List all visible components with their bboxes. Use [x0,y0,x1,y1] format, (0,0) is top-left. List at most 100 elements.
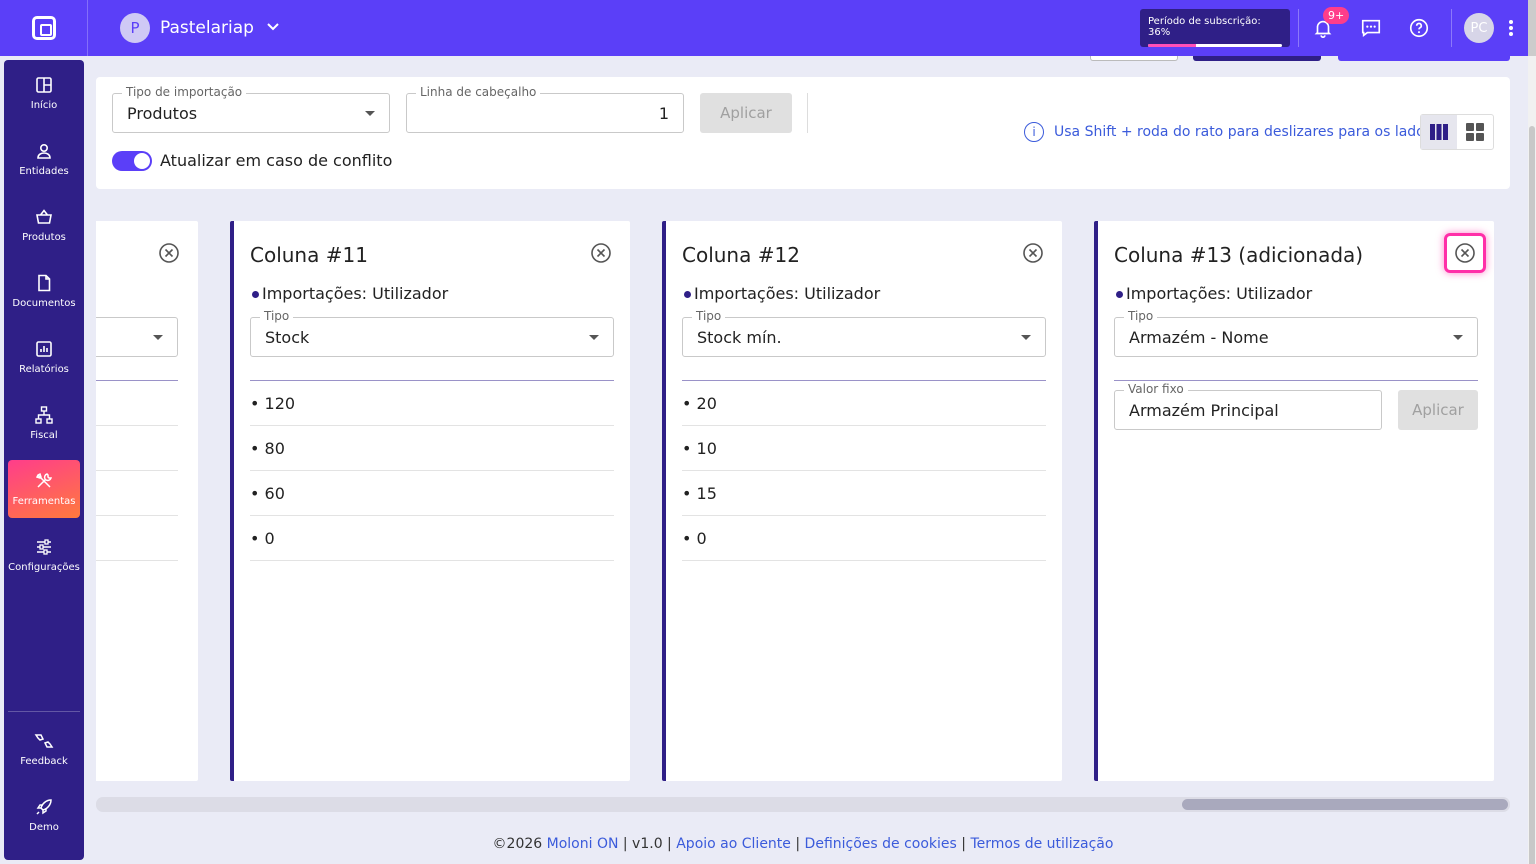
columns-scroll-area[interactable]: Coluna #11 Importações: Utilizador Tipo … [96,221,1510,781]
apply-fixed-value-button[interactable]: Aplicar [1398,390,1478,430]
subscription-progress[interactable]: Período de subscrição: 36% [1140,9,1290,47]
footer-brand-link[interactable]: Moloni ON [547,836,619,852]
rocket-icon [36,798,52,815]
page-scrollbar-thumb[interactable] [1529,126,1535,864]
chart-icon [36,340,52,357]
sidebar: Início Entidades Produtos Documentos Rel… [4,60,84,860]
column-type-select[interactable]: Tipo Armazém - Nome [1114,309,1478,357]
horizontal-scrollbar-thumb[interactable] [1182,799,1508,810]
sidebar-item-documentos[interactable]: Documentos [8,262,80,320]
list-item: • 80 [250,426,614,471]
remove-column-button[interactable] [590,242,612,264]
list-item [96,516,178,561]
footer-cookies-link[interactable]: Definições de cookies [805,836,957,852]
sidebar-item-label: Ferramentas [12,495,76,507]
sidebar-item-label: Configurações [8,561,80,573]
grid-view-button[interactable] [1457,115,1493,149]
user-avatar[interactable]: PC [1464,13,1494,43]
close-circle-icon [591,243,611,263]
close-circle-icon [1023,243,1043,263]
document-icon [38,274,51,291]
sidebar-item-label: Demo [29,821,59,833]
more-menu-button[interactable] [1494,19,1528,37]
top-action-button[interactable] [1090,56,1178,61]
caret-down-icon [1021,335,1031,340]
messages-button[interactable] [1347,0,1395,56]
sidebar-item-feedback[interactable]: Feedback [8,720,80,778]
column-imports: Importações: Utilizador [684,284,880,303]
sidebar-item-demo[interactable]: Demo [8,786,80,844]
kebab-icon [1509,20,1513,36]
divider [1451,9,1452,47]
column-imports-text: Importações: Utilizador [1126,284,1313,303]
sidebar-item-configuracoes[interactable]: Configurações [8,526,80,584]
sidebar-item-entidades[interactable]: Entidades [8,130,80,188]
column-type-value: Armazém - Nome [1129,328,1269,347]
columns-icon [1430,124,1448,140]
horizontal-scrollbar[interactable] [96,797,1510,812]
caret-down-icon [153,335,163,340]
page-scrollbar[interactable] [1528,56,1536,864]
list-item: • 0 [250,516,614,561]
list-item [96,471,178,516]
conflict-toggle-label: Atualizar em caso de conflito [160,151,393,170]
sidebar-item-label: Relatórios [19,363,69,375]
sidebar-item-relatorios[interactable]: Relatórios [8,328,80,386]
column-type-select[interactable]: Tipo Stock [250,309,614,357]
grid-icon [36,76,52,93]
column-title: Coluna #13 (adicionada) [1114,243,1364,267]
columns-view-button[interactable] [1421,115,1457,149]
help-button[interactable] [1395,0,1443,56]
apply-button[interactable]: Aplicar [700,93,792,133]
notifications-badge: 9+ [1323,7,1350,24]
column-type-select[interactable]: Tipo Stock mín. [682,309,1046,357]
conflict-toggle[interactable] [112,151,152,171]
notifications-button[interactable]: 9+ [1299,0,1350,56]
remove-column-button[interactable] [1022,242,1044,264]
sidebar-item-fiscal[interactable]: Fiscal [8,394,80,452]
footer-copyright: ©2026 [492,836,547,852]
caret-down-icon [589,335,599,340]
subscription-bar-fill [1148,44,1197,47]
column-title: Coluna #12 [682,243,800,267]
column-type-label: Tipo [692,309,726,323]
sidebar-item-ferramentas[interactable]: Ferramentas [8,460,80,518]
logo-icon [31,16,56,40]
fixed-value-value: Armazém Principal [1129,401,1279,420]
footer-terms-link[interactable]: Termos de utilização [970,836,1113,852]
sidebar-item-label: Entidades [19,165,69,177]
top-action-button[interactable] [1338,56,1510,61]
list-item [96,381,178,426]
column-imports-text: Importações: Utilizador [262,284,449,303]
top-action-button[interactable] [1193,56,1321,61]
company-selector[interactable]: P Pastelariap [120,13,280,43]
caret-down-icon [365,111,375,116]
app-logo[interactable] [0,0,88,56]
subscription-label: Período de subscrição: 36% [1148,16,1261,38]
import-type-select[interactable]: Tipo de importação Produtos [112,85,390,133]
footer: ©2026 Moloni ON | v1.0 | Apoio ao Client… [96,836,1510,852]
column-card [96,221,198,781]
sidebar-divider [8,711,80,712]
company-avatar: P [120,13,150,43]
sidebar-item-inicio[interactable]: Início [8,64,80,122]
sidebar-item-label: Fiscal [30,429,58,441]
list-item: • 10 [682,426,1046,471]
import-type-value: Produtos [127,104,198,123]
remove-column-button[interactable] [1444,233,1486,273]
sidebar-item-label: Produtos [22,231,66,243]
basket-icon [36,208,52,224]
list-item: • 0 [682,516,1046,561]
sidebar-item-produtos[interactable]: Produtos [8,196,80,254]
person-icon [37,143,51,159]
remove-column-button[interactable] [158,242,180,264]
column-type-select[interactable] [96,317,178,357]
footer-support-link[interactable]: Apoio ao Cliente [676,836,791,852]
column-imports: Importações: Utilizador [1116,284,1312,303]
bullet [252,291,259,298]
sidebar-item-label: Início [30,99,58,111]
fixed-value-input[interactable]: Valor fixo Armazém Principal [1114,382,1382,430]
header-line-value: 1 [658,104,669,123]
divider [807,93,808,133]
header-line-input[interactable]: Linha de cabeçalho 1 [406,85,684,133]
